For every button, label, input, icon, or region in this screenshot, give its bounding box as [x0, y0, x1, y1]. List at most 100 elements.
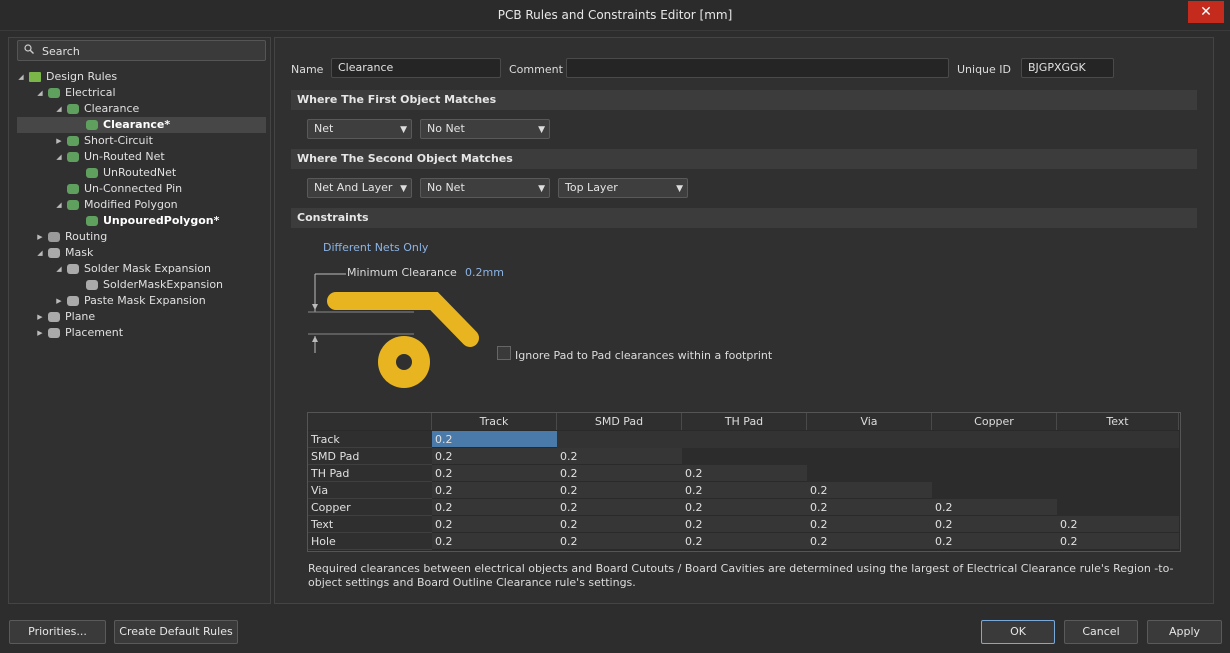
tree-item[interactable]: ▶ Paste Mask Expansion	[17, 293, 266, 309]
second-object-layer-dropdown[interactable]: Top Layer ▼	[558, 178, 688, 198]
title-bar: PCB Rules and Constraints Editor [mm] ✕	[0, 0, 1230, 31]
mask-icon	[48, 248, 60, 258]
matrix-cell[interactable]: 0.2	[432, 482, 557, 499]
matrix-cell[interactable]: 0.2	[432, 431, 557, 448]
tree-item[interactable]: ◢ Modified Polygon	[17, 197, 266, 213]
ignore-pad-checkbox[interactable]	[497, 346, 511, 360]
matrix-cell[interactable]: 0.2	[1057, 533, 1179, 550]
matrix-cell[interactable]: 0.2	[557, 482, 682, 499]
expand-icon[interactable]: ▶	[36, 309, 44, 325]
unique-id-field[interactable]: BJGPXGGK	[1021, 58, 1114, 78]
matrix-cell-empty	[682, 431, 807, 448]
matrix-cell[interactable]: 0.2	[432, 499, 557, 516]
tree-item[interactable]: ▶ Placement	[17, 325, 266, 341]
tree-item-label: Short-Circuit	[84, 134, 153, 147]
tree-item[interactable]: ◢ Clearance	[17, 101, 266, 117]
matrix-cell[interactable]: 0.2	[432, 516, 557, 533]
matrix-cell[interactable]: 0.2	[807, 516, 932, 533]
tree-item[interactable]: ◢ Un-Routed Net	[17, 149, 266, 165]
clearance-icon	[67, 104, 79, 114]
matrix-row-header: Text	[308, 516, 432, 533]
matrix-cell[interactable]: 0.2	[807, 533, 932, 550]
first-object-net-dropdown[interactable]: No Net ▼	[420, 119, 550, 139]
expand-icon[interactable]: ▶	[55, 133, 63, 149]
tree-item[interactable]: ◢ Design Rules	[17, 69, 266, 85]
collapse-icon[interactable]: ◢	[55, 261, 63, 277]
matrix-cell[interactable]: 0.2	[557, 465, 682, 482]
matrix-column-header: TH Pad	[682, 413, 807, 430]
tree-item[interactable]: ▶ Short-Circuit	[17, 133, 266, 149]
clearance-rule-icon	[86, 120, 98, 130]
create-default-rules-button[interactable]: Create Default Rules	[114, 620, 238, 644]
design-rules-icon	[29, 72, 41, 82]
matrix-cell-empty	[682, 448, 807, 465]
first-object-section-heading: Where The First Object Matches	[291, 90, 1197, 110]
priorities-button[interactable]: Priorities...	[9, 620, 106, 644]
collapse-icon[interactable]: ◢	[55, 149, 63, 165]
search-input[interactable]: Search	[17, 40, 266, 61]
tree-item[interactable]: UnpouredPolygon*	[17, 213, 266, 229]
collapse-icon[interactable]: ◢	[55, 101, 63, 117]
tree-item[interactable]: ◢ Mask	[17, 245, 266, 261]
tree-item[interactable]: SolderMaskExpansion	[17, 277, 266, 293]
tree-item-label: Solder Mask Expansion	[84, 262, 212, 275]
expand-icon[interactable]: ▶	[36, 325, 44, 341]
matrix-cell[interactable]: 0.2	[932, 516, 1057, 533]
second-object-net-dropdown[interactable]: No Net ▼	[420, 178, 550, 198]
matrix-cell[interactable]: 0.2	[432, 533, 557, 550]
matrix-cell[interactable]: 0.2	[682, 482, 807, 499]
rules-tree-panel: Search ◢ Design Rules ◢ Electrical ◢ Clearanc…	[8, 37, 271, 604]
comment-field[interactable]	[566, 58, 949, 78]
matrix-cell-empty	[1057, 448, 1179, 465]
matrix-cell[interactable]: 0.2	[682, 533, 807, 550]
matrix-cell[interactable]: 0.2	[682, 516, 807, 533]
collapse-icon[interactable]: ◢	[36, 85, 44, 101]
tree-item-label: Placement	[65, 326, 124, 339]
tree-item[interactable]: UnRoutedNet	[17, 165, 266, 181]
collapse-icon[interactable]: ◢	[36, 245, 44, 261]
chevron-down-icon: ▼	[538, 184, 545, 194]
net-scope-selector[interactable]: Different Nets Only	[323, 241, 428, 254]
tree-item[interactable]: Clearance*	[17, 117, 266, 133]
tree-item[interactable]: ▶ Plane	[17, 309, 266, 325]
matrix-column-header: Copper	[932, 413, 1057, 430]
cancel-button[interactable]: Cancel	[1064, 620, 1138, 644]
expand-icon[interactable]: ▶	[36, 229, 44, 245]
first-object-type-dropdown[interactable]: Net ▼	[307, 119, 412, 139]
tree-item[interactable]: ◢ Electrical	[17, 85, 266, 101]
matrix-cell[interactable]: 0.2	[932, 533, 1057, 550]
matrix-cell[interactable]: 0.2	[557, 499, 682, 516]
routing-icon	[48, 232, 60, 242]
matrix-cell[interactable]: 0.2	[932, 499, 1057, 516]
chevron-down-icon: ▼	[400, 184, 407, 194]
matrix-cell[interactable]: 0.2	[432, 448, 557, 465]
tree-item[interactable]: ◢ Solder Mask Expansion	[17, 261, 266, 277]
second-object-type-dropdown[interactable]: Net And Layer ▼	[307, 178, 412, 198]
name-label: Name	[291, 63, 324, 76]
tree-item[interactable]: Un-Connected Pin	[17, 181, 266, 197]
name-field[interactable]: Clearance	[331, 58, 501, 78]
constraints-section-heading: Constraints	[291, 208, 1197, 228]
matrix-cell[interactable]: 0.2	[557, 533, 682, 550]
ok-button[interactable]: OK	[981, 620, 1055, 644]
close-button[interactable]: ✕	[1188, 1, 1224, 23]
matrix-cell[interactable]: 0.2	[557, 448, 682, 465]
tree-item[interactable]: ▶ Routing	[17, 229, 266, 245]
collapse-icon[interactable]: ◢	[17, 69, 25, 85]
matrix-cell[interactable]: 0.2	[682, 499, 807, 516]
expand-icon[interactable]: ▶	[55, 293, 63, 309]
matrix-cell[interactable]: 0.2	[807, 482, 932, 499]
matrix-cell-empty	[932, 448, 1057, 465]
unpoured-polygon-icon	[86, 216, 98, 226]
matrix-cell[interactable]: 0.2	[1057, 516, 1179, 533]
collapse-icon[interactable]: ◢	[55, 197, 63, 213]
matrix-cell[interactable]: 0.2	[682, 465, 807, 482]
matrix-row-header: TH Pad	[308, 465, 432, 482]
matrix-cell[interactable]: 0.2	[432, 465, 557, 482]
matrix-row-header: Hole	[308, 533, 432, 550]
matrix-cell[interactable]: 0.2	[807, 499, 932, 516]
matrix-cell[interactable]: 0.2	[557, 516, 682, 533]
matrix-corner	[308, 413, 432, 430]
apply-button[interactable]: Apply	[1147, 620, 1222, 644]
matrix-row-header: Via	[308, 482, 432, 499]
